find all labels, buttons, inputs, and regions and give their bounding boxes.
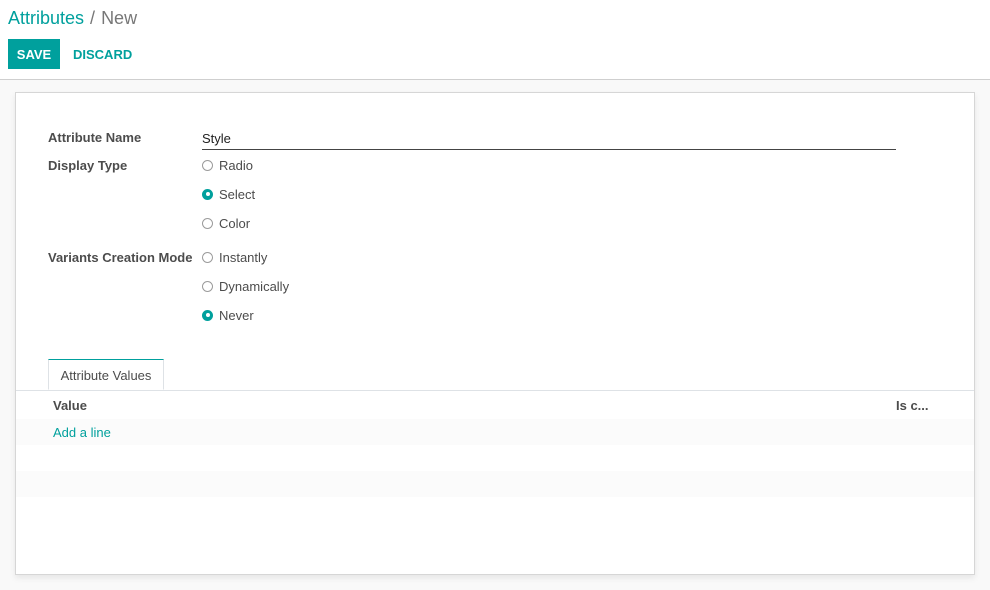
column-header-value[interactable]: Value [53,398,87,413]
radio-label: Instantly [219,249,268,265]
table-row [16,445,974,471]
radio-label: Select [219,186,256,202]
attribute-name-label: Attribute Name [48,130,142,145]
variants-mode-radio-dynamically[interactable]: Dynamically [202,277,289,295]
discard-button[interactable]: DISCARD [66,39,139,69]
display-type-radio-radio[interactable]: Radio [202,156,253,174]
add-a-line-link[interactable]: Add a line [53,425,111,440]
display-type-label: Display Type [48,158,128,173]
variants-mode-radio-instantly[interactable]: Instantly [202,248,267,266]
tab-attribute-values[interactable]: Attribute Values [48,359,164,390]
radio-checked-icon [202,309,213,321]
radio-circle-icon [202,217,213,229]
radio-checked-icon [202,188,213,200]
table-row [16,419,974,445]
column-header-is-custom[interactable]: Is c... [896,398,929,413]
breadcrumb-current: New [101,8,138,28]
display-type-radio-select[interactable]: Select [202,185,255,203]
attribute-name-input[interactable] [202,128,896,150]
control-panel: Attributes / New SAVE DISCARD [0,0,990,80]
display-type-radio-color[interactable]: Color [202,214,250,232]
radio-label: Color [219,215,251,231]
save-button[interactable]: SAVE [8,39,60,69]
breadcrumb: Attributes / New [8,7,137,29]
radio-circle-icon [202,251,213,263]
variants-mode-label: Variants Creation Mode [48,250,193,265]
radio-label: Radio [219,157,253,173]
table-row [16,471,974,497]
radio-circle-icon [202,159,213,171]
tabs-divider [16,390,974,391]
breadcrumb-separator: / [90,8,96,28]
breadcrumb-attributes-link[interactable]: Attributes [8,8,84,28]
variants-mode-radio-never[interactable]: Never [202,306,254,324]
radio-label: Dynamically [219,278,290,294]
radio-label: Never [219,307,254,323]
form-sheet: Attribute Name Display Type Radio Select… [15,92,975,575]
radio-circle-icon [202,280,213,292]
